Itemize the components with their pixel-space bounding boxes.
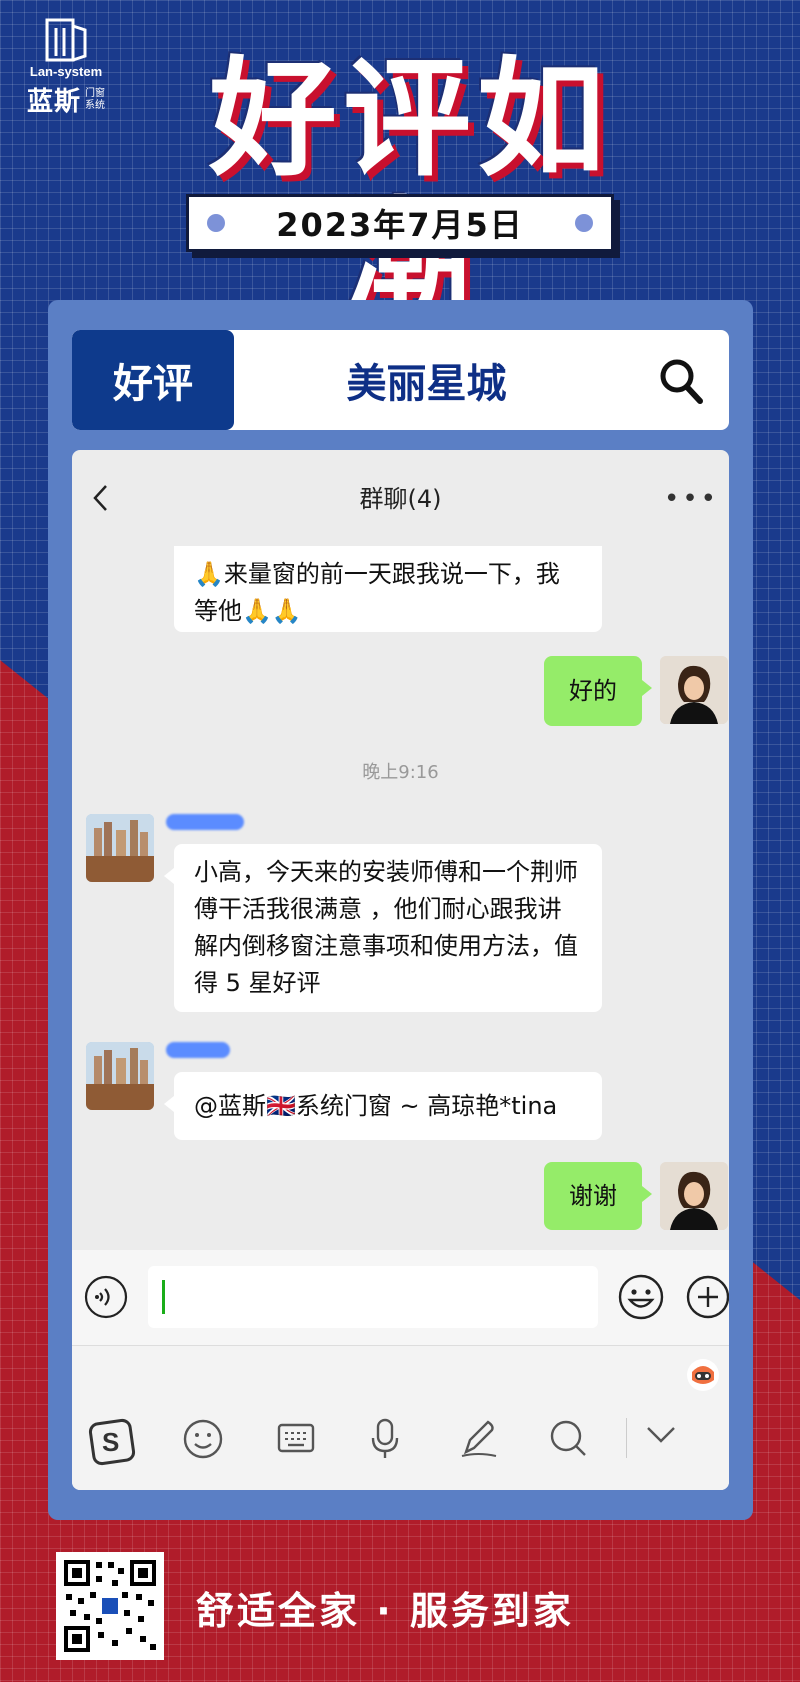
date-dot-left-icon xyxy=(207,214,225,232)
robot-assistant-icon[interactable] xyxy=(686,1358,720,1392)
footer-slogan: 舒适全家 · 服务到家 xyxy=(196,1589,574,1633)
headline: 好评如潮 xyxy=(208,45,611,334)
svg-text:S: S xyxy=(102,1427,119,1457)
search-bar[interactable]: 好评 美丽星城 xyxy=(72,330,729,430)
city-skyline-icon xyxy=(86,814,154,882)
back-arrow-icon[interactable] xyxy=(92,484,108,512)
message-timestamp: 晚上9:16 xyxy=(362,762,439,783)
poster: Lan-system 蓝斯 门窗 系统 好评如潮 2023年7月5日 好评 美丽星… xyxy=(0,0,800,1682)
logo-subtitle-2: 系统 xyxy=(85,99,105,111)
keyboard-toolbar: S xyxy=(72,1345,729,1490)
city-skyline-icon xyxy=(86,1042,154,1110)
project-title: 美丽星城 xyxy=(346,361,507,407)
keyboard-icon[interactable] xyxy=(276,1418,316,1458)
microphone-icon[interactable] xyxy=(370,1418,400,1460)
review-tag: 好评 xyxy=(72,330,234,430)
chevron-down-icon[interactable] xyxy=(644,1418,678,1452)
avatar-sender-1[interactable] xyxy=(86,814,154,882)
emoji-icon[interactable] xyxy=(617,1273,665,1321)
brand-logo: Lan-system 蓝斯 门窗 系统 xyxy=(16,18,116,118)
avatar-self-1[interactable] xyxy=(660,656,728,724)
message-bubble-3: 小高，今天来的安装师傅和一个荆师傅干活我很满意 ，他们耐心跟我讲解内倒移窗注意事… xyxy=(164,844,602,1012)
sogou-input-icon[interactable]: S xyxy=(88,1418,136,1466)
text-cursor xyxy=(162,1280,165,1314)
redacted-sender-name xyxy=(166,814,244,830)
chat-window: 群聊(4) ••• 🙏来量窗的前一天跟我说一下，我等他🙏🙏 好的 晚上9:16 xyxy=(72,450,729,1490)
toolbar-divider xyxy=(626,1418,627,1458)
chat-title: 群聊(4) xyxy=(359,484,442,513)
handwriting-pen-icon[interactable] xyxy=(458,1418,500,1460)
add-icon[interactable] xyxy=(686,1275,729,1319)
redacted-sender-name xyxy=(166,1042,230,1058)
qr-code-icon xyxy=(62,1558,158,1654)
message-bubble-5: 谢谢 xyxy=(544,1162,652,1230)
message-bubble-1: 🙏来量窗的前一天跟我说一下，我等他🙏🙏 xyxy=(174,546,602,632)
message-bubble-2: 好的 xyxy=(544,656,652,726)
more-options-icon[interactable]: ••• xyxy=(664,484,719,514)
window-logo-icon xyxy=(45,18,87,62)
qr-code xyxy=(56,1552,164,1660)
logo-english-name: Lan-system xyxy=(29,64,103,79)
keyboard-search-icon[interactable] xyxy=(548,1418,588,1458)
avatar-self-2[interactable] xyxy=(660,1162,728,1230)
avatar-sender-2[interactable] xyxy=(86,1042,154,1110)
chat-header: 群聊(4) ••• xyxy=(72,450,729,542)
message-input-row xyxy=(72,1250,729,1345)
emoji-keyboard-icon[interactable] xyxy=(182,1418,224,1460)
date-text: 2023年7月5日 xyxy=(276,206,524,244)
message-input[interactable] xyxy=(148,1266,598,1328)
voice-input-icon[interactable] xyxy=(84,1275,128,1319)
logo-subtitle-1: 门窗 xyxy=(85,87,105,99)
logo-chinese-name: 蓝斯 xyxy=(26,87,81,117)
date-dot-right-icon xyxy=(574,214,593,232)
message-bubble-4: @蓝斯🇬🇧系统门窗 ~ 高琼艳*tina xyxy=(164,1072,602,1140)
search-icon[interactable] xyxy=(659,358,703,404)
person-avatar-icon xyxy=(660,1162,728,1230)
person-avatar-icon xyxy=(660,656,728,724)
date-banner: 2023年7月5日 xyxy=(186,194,614,252)
